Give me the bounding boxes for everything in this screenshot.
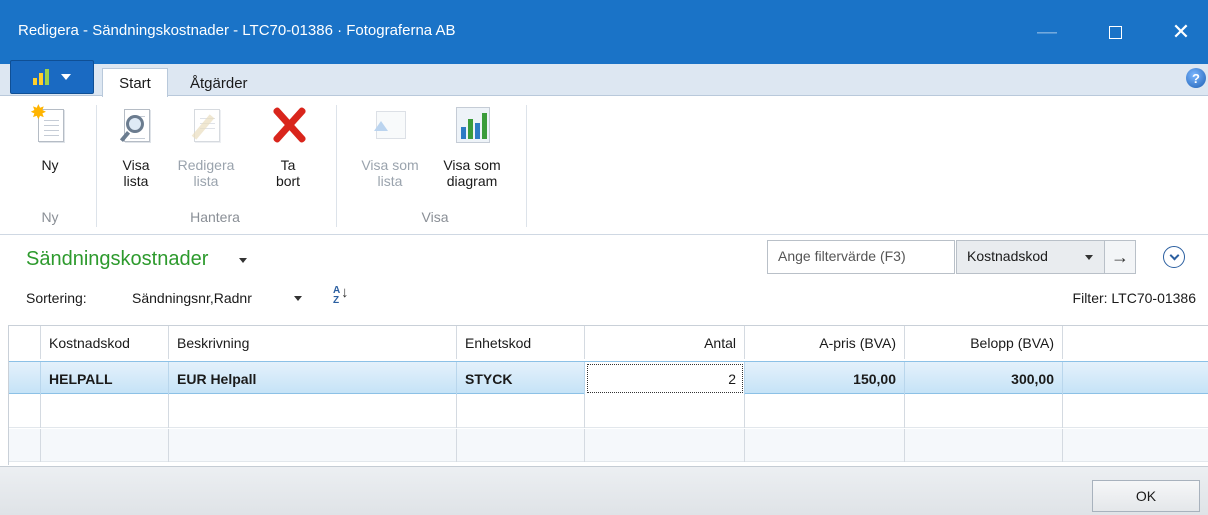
show-as-list-button[interactable]: Visa som lista bbox=[352, 105, 428, 189]
delete-x-icon bbox=[268, 105, 308, 145]
cell-enhetskod[interactable]: STYCK bbox=[457, 362, 585, 395]
new-button[interactable]: ✸ Ny bbox=[30, 103, 70, 173]
show-list-icon bbox=[116, 105, 156, 145]
ribbon: ✸ Ny Ny Visa lista Redigera lista Ta bor… bbox=[0, 97, 1208, 235]
delete-label: Ta bort bbox=[275, 157, 301, 189]
sort-label: Sortering: bbox=[26, 290, 87, 306]
maximize-button[interactable] bbox=[1092, 10, 1138, 54]
list-title[interactable]: Sändningskostnader bbox=[26, 248, 208, 271]
filter-info: Filter: LTC70-01386 bbox=[1072, 290, 1196, 306]
show-as-chart-label: Visa som diagram bbox=[443, 157, 501, 189]
show-as-list-icon bbox=[370, 105, 410, 145]
show-as-chart-button[interactable]: Visa som diagram bbox=[432, 105, 512, 189]
show-list-button[interactable]: Visa lista bbox=[112, 105, 160, 189]
group-label-show: Visa bbox=[421, 209, 449, 225]
minimize-button[interactable]: — bbox=[1024, 10, 1070, 54]
maximize-icon bbox=[1108, 25, 1122, 39]
dialog-footer bbox=[0, 466, 1208, 515]
table-row[interactable] bbox=[9, 395, 1208, 428]
tab-start[interactable]: Start bbox=[102, 68, 168, 98]
table-row[interactable]: HELPALL EUR Helpall STYCK 2 150,00 300,0… bbox=[9, 361, 1208, 395]
new-document-icon: ✸ bbox=[30, 103, 70, 145]
ok-button[interactable]: OK bbox=[1092, 480, 1200, 512]
show-as-list-label: Visa som lista bbox=[361, 157, 419, 189]
chevron-down-icon[interactable] bbox=[239, 258, 247, 263]
cell-belopp[interactable]: 300,00 bbox=[905, 362, 1063, 395]
apply-filter-button[interactable]: → bbox=[1104, 240, 1136, 274]
chevron-down-icon bbox=[1085, 255, 1093, 260]
group-label-manage: Hantera bbox=[190, 209, 240, 225]
column-header[interactable]: Beskrivning bbox=[169, 326, 457, 359]
column-header[interactable]: Belopp (BVA) bbox=[905, 326, 1063, 359]
edit-list-button[interactable]: Redigera lista bbox=[176, 105, 236, 189]
group-label-new: Ny bbox=[41, 209, 59, 225]
sort-select[interactable]: Sändningsnr,Radnr bbox=[132, 290, 252, 306]
cell-antal[interactable]: 2 bbox=[585, 362, 745, 395]
data-grid: Kostnadskod Beskrivning Enhetskod Antal … bbox=[8, 325, 1208, 465]
row-indicator[interactable] bbox=[9, 362, 41, 395]
expand-filter-icon[interactable] bbox=[1163, 246, 1185, 268]
new-button-label: Ny bbox=[41, 157, 59, 173]
table-row[interactable] bbox=[9, 429, 1208, 462]
tab-actions[interactable]: Åtgärder bbox=[176, 68, 262, 98]
chevron-down-icon bbox=[61, 74, 71, 80]
delete-button[interactable]: Ta bort bbox=[268, 105, 308, 189]
window-title: Redigera - Sändningskostnader - LTC70-01… bbox=[18, 22, 456, 39]
column-header[interactable]: Antal bbox=[585, 326, 745, 359]
show-list-label: Visa lista bbox=[122, 157, 150, 189]
edit-list-label: Redigera lista bbox=[177, 157, 235, 189]
ribbon-separator bbox=[336, 105, 337, 227]
table-header-row: Kostnadskod Beskrivning Enhetskod Antal … bbox=[9, 326, 1208, 359]
column-header[interactable]: Kostnadskod bbox=[41, 326, 169, 359]
column-header[interactable]: Enhetskod bbox=[457, 326, 585, 359]
application-menu-button[interactable] bbox=[10, 60, 94, 94]
cell-kostnadskod[interactable]: HELPALL bbox=[41, 362, 169, 395]
title-bar: Redigera - Sändningskostnader - LTC70-01… bbox=[0, 0, 1208, 64]
sort-order-icon[interactable]: A Z ↓ bbox=[330, 285, 356, 308]
chevron-down-icon[interactable] bbox=[294, 296, 302, 301]
column-header[interactable]: A-pris (BVA) bbox=[745, 326, 905, 359]
cell-a-pris[interactable]: 150,00 bbox=[745, 362, 905, 395]
cell-beskrivning[interactable]: EUR Helpall bbox=[169, 362, 457, 395]
filter-field-value: Kostnadskod bbox=[967, 248, 1048, 264]
ribbon-separator bbox=[96, 105, 97, 227]
chart-icon bbox=[452, 105, 492, 145]
row-indicator-header bbox=[9, 326, 41, 359]
close-button[interactable]: ✕ bbox=[1158, 10, 1204, 54]
filter-input[interactable]: Ange filtervärde (F3) bbox=[767, 240, 955, 274]
filter-field-select[interactable]: Kostnadskod bbox=[956, 240, 1106, 274]
ribbon-separator bbox=[526, 105, 527, 227]
help-icon[interactable]: ? bbox=[1186, 68, 1206, 88]
app-logo-icon bbox=[33, 69, 55, 85]
edit-list-icon bbox=[186, 105, 226, 145]
